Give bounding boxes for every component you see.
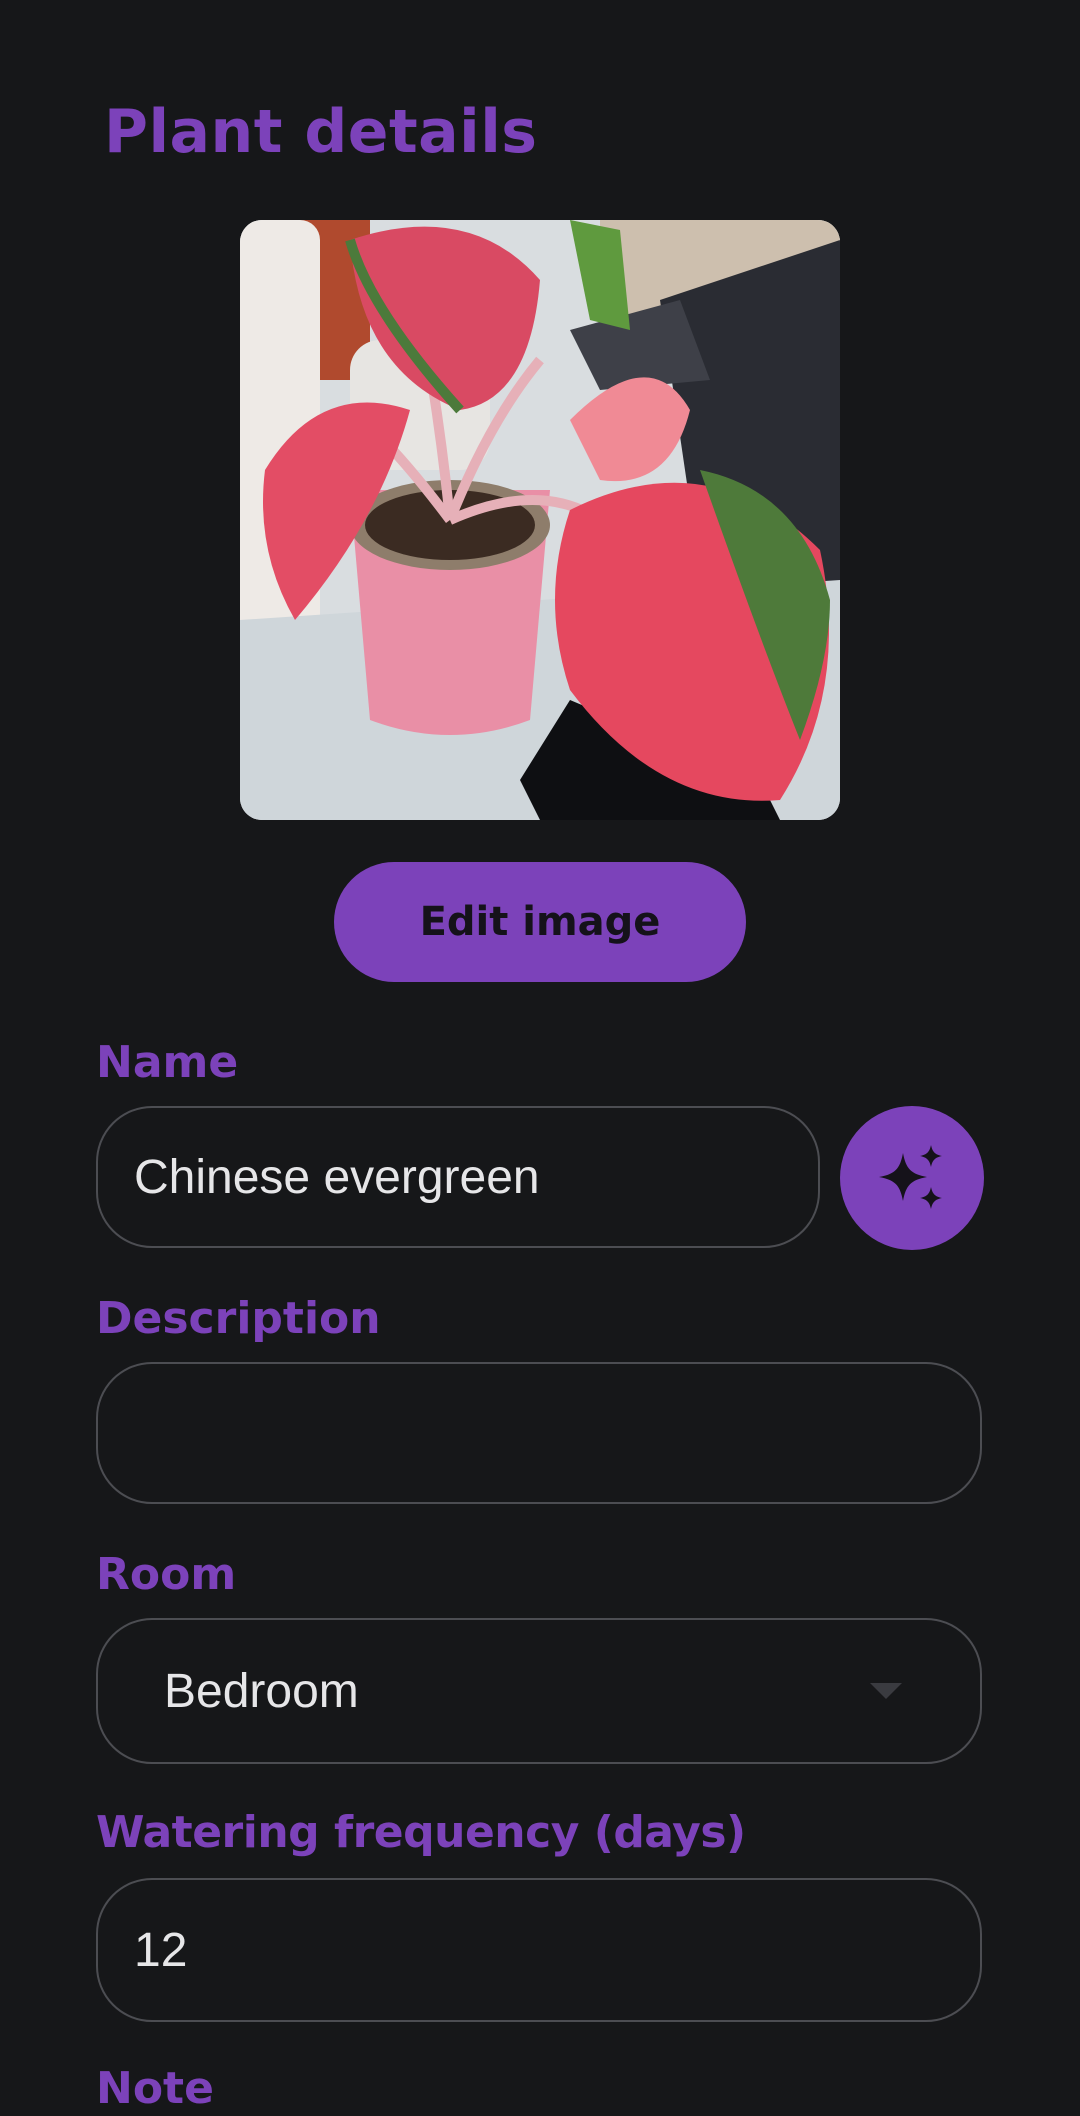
description-field[interactable] [96,1362,982,1504]
name-input[interactable] [98,1149,818,1205]
room-select-value: Bedroom [164,1664,359,1718]
plant-image [240,220,840,820]
description-label: Description [96,1293,381,1344]
room-label: Room [96,1549,237,1600]
watering-frequency-field[interactable] [96,1878,982,2022]
page-title: Plant details [104,97,538,167]
note-label: Note [96,2063,214,2114]
watering-frequency-input[interactable] [98,1922,980,1978]
chevron-down-icon[interactable] [870,1683,902,1699]
watering-frequency-label: Watering frequency (days) [96,1807,746,1858]
plant-photo-illustration [240,220,840,820]
sparkles-icon [879,1145,942,1209]
sparkles-button[interactable] [840,1106,984,1250]
name-label: Name [96,1037,239,1088]
room-select[interactable]: Bedroom [96,1618,982,1764]
edit-image-button[interactable]: Edit image [334,862,746,982]
name-field[interactable] [96,1106,820,1248]
description-input[interactable] [98,1405,980,1461]
